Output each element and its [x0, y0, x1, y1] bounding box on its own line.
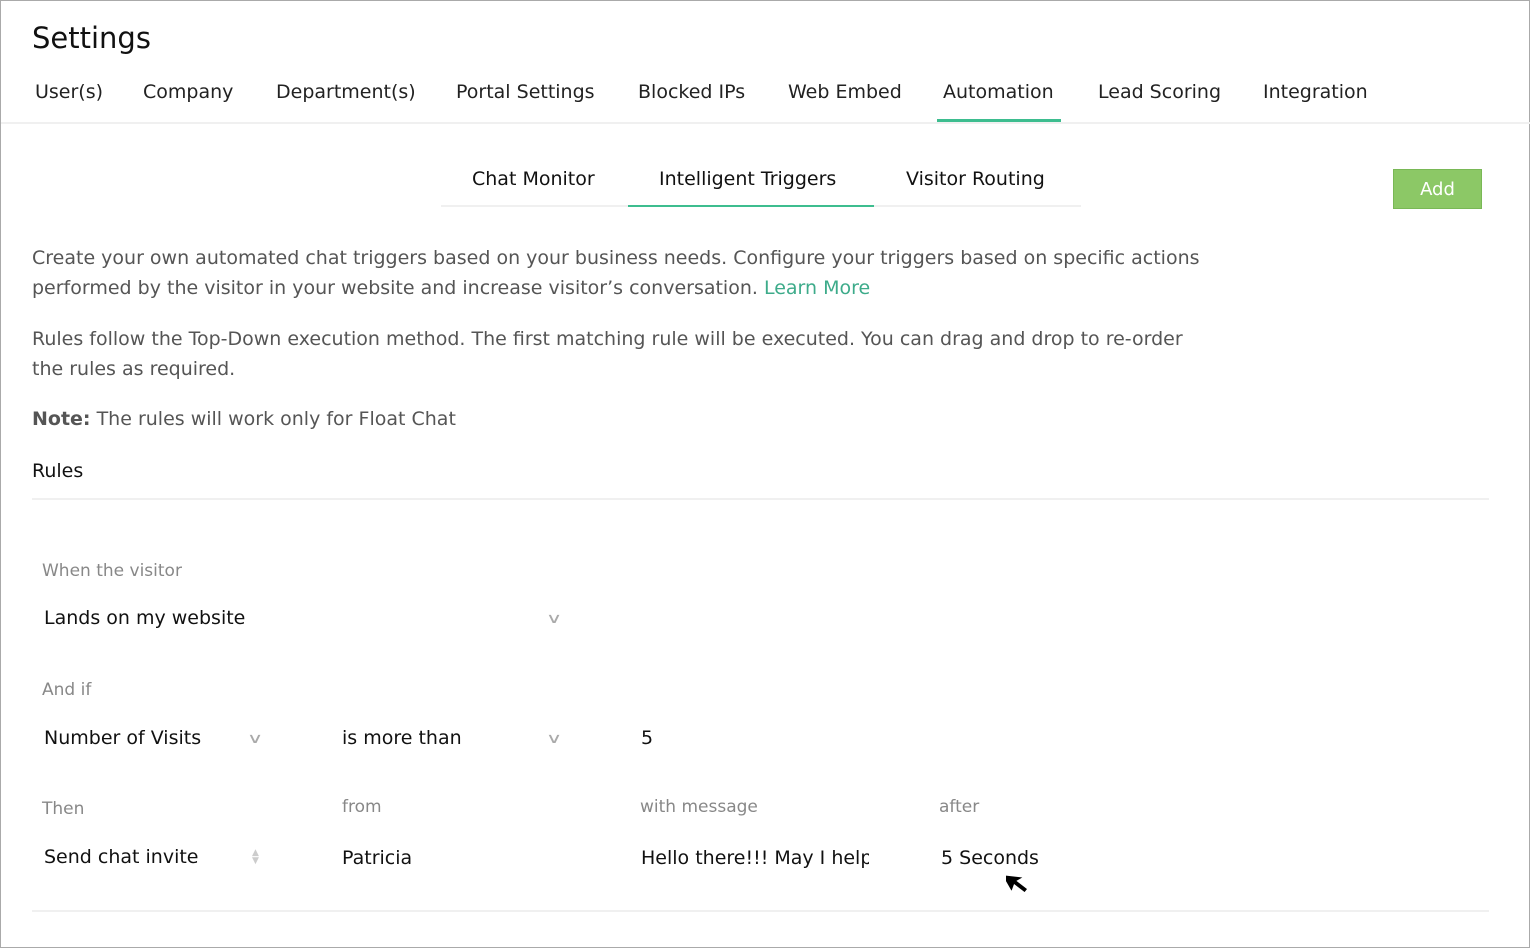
tab-blocked-ips[interactable]: Blocked IPs: [638, 81, 745, 103]
from-input[interactable]: Patricia: [342, 847, 412, 869]
active-tab-indicator: [937, 119, 1061, 122]
tab-lead-scoring[interactable]: Lead Scoring: [1098, 81, 1221, 103]
andif-label: And if: [42, 680, 92, 700]
mouse-cursor-icon: [1006, 873, 1030, 895]
tabs-divider: [1, 122, 1530, 124]
condition-value-input[interactable]: 5: [641, 727, 653, 749]
tab-portal-settings[interactable]: Portal Settings: [456, 81, 595, 103]
after-input[interactable]: 5 Seconds: [941, 847, 1039, 869]
rules-info: Rules follow the Top-Down execution meth…: [32, 328, 1183, 380]
note-label: Note:: [32, 408, 91, 430]
active-subtab-indicator: [628, 205, 874, 207]
divider: [32, 910, 1489, 912]
tab-automation[interactable]: Automation: [943, 81, 1054, 103]
from-label: from: [342, 797, 382, 817]
learn-more-link[interactable]: Learn More: [764, 277, 870, 299]
note: Note: The rules will work only for Float…: [32, 404, 1232, 434]
then-label: Then: [42, 799, 85, 819]
page-title: Settings: [32, 21, 151, 55]
when-select[interactable]: Lands on my website: [44, 607, 245, 629]
subtab-intelligent-triggers[interactable]: Intelligent Triggers: [659, 168, 836, 190]
chevron-down-icon[interactable]: ∨: [546, 731, 562, 747]
condition-operator-select[interactable]: is more than: [342, 727, 462, 749]
note-text: The rules will work only for Float Chat: [90, 408, 456, 430]
divider: [32, 498, 1489, 500]
message-input[interactable]: Hello there!!! May I help: [641, 847, 869, 869]
message-label: with message: [640, 797, 758, 817]
tab-company[interactable]: Company: [143, 81, 233, 103]
action-select[interactable]: Send chat invite: [44, 846, 199, 868]
tab-web-embed[interactable]: Web Embed: [788, 81, 902, 103]
add-button[interactable]: Add: [1393, 169, 1482, 209]
tab-users[interactable]: User(s): [35, 81, 103, 103]
tab-integration[interactable]: Integration: [1263, 81, 1368, 103]
rules-heading: Rules: [32, 460, 84, 482]
when-label: When the visitor: [42, 561, 182, 581]
subtab-visitor-routing[interactable]: Visitor Routing: [906, 168, 1045, 190]
condition-field-select[interactable]: Number of Visits: [44, 727, 201, 749]
chevron-down-icon[interactable]: ∨: [546, 611, 562, 627]
description: Create your own automated chat triggers …: [32, 243, 1232, 303]
sort-arrows-icon[interactable]: ▲ ▼: [252, 849, 259, 866]
subtab-chat-monitor[interactable]: Chat Monitor: [472, 168, 595, 190]
chevron-down-icon[interactable]: ∨: [247, 731, 263, 747]
tab-departments[interactable]: Department(s): [276, 81, 416, 103]
description-text: Create your own automated chat triggers …: [32, 247, 1200, 299]
after-label: after: [939, 797, 980, 817]
